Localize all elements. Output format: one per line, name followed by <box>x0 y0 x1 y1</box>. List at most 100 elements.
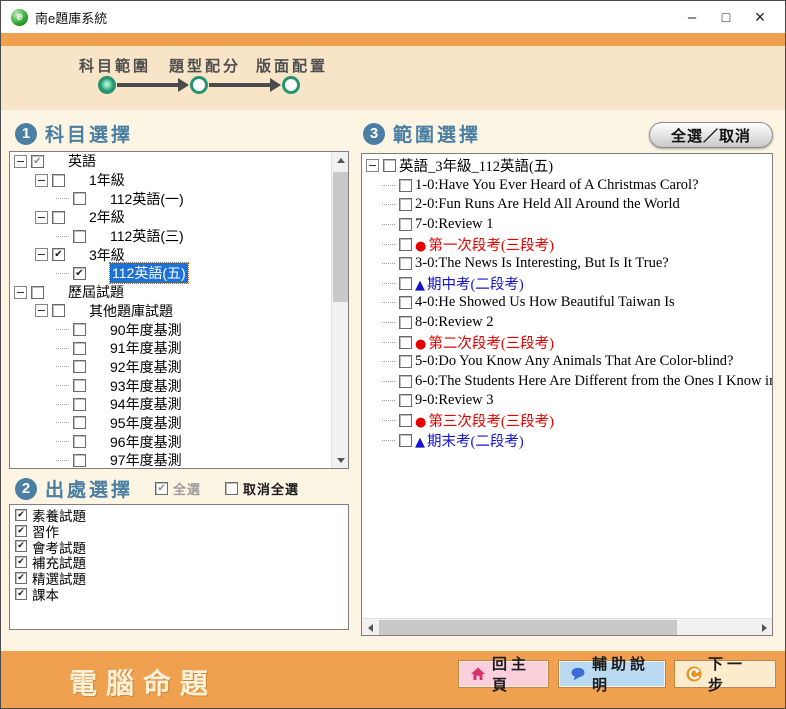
tree-item-checkbox[interactable] <box>383 159 396 172</box>
tree-item-checkbox[interactable] <box>52 211 65 224</box>
tree-item-label[interactable]: 97年度基測 <box>110 450 182 468</box>
source-item-checkbox[interactable]: ✔ <box>15 509 27 521</box>
source-item-checkbox[interactable]: ✔ <box>15 572 27 584</box>
tree-item-checkbox[interactable] <box>73 435 86 448</box>
tree-item-checkbox[interactable] <box>73 416 86 429</box>
source-header-options: ✔ 全選 取消全選 <box>155 479 323 498</box>
tree-item-checkbox[interactable] <box>399 296 412 309</box>
scrollbar-thumb[interactable] <box>333 172 348 302</box>
tree-item-label[interactable]: 2年級 <box>89 207 125 227</box>
tree-item-checkbox[interactable] <box>399 179 412 192</box>
tree-item-checkbox[interactable] <box>73 360 86 373</box>
tree-item-label[interactable]: 歷屆試題 <box>68 282 124 302</box>
help-button[interactable]: 輔助說明 <box>559 661 665 687</box>
tree-item-label[interactable]: 95年度基測 <box>110 413 182 433</box>
tree-item-checkbox[interactable] <box>52 174 65 187</box>
tree-item-checkbox[interactable] <box>399 375 412 388</box>
tree-item-label[interactable]: 94年度基測 <box>110 394 182 414</box>
tree-item-label[interactable]: 6-0:The Students Here Are Different from… <box>415 373 772 390</box>
tree-item-checkbox[interactable] <box>52 304 65 317</box>
tree-item-label[interactable]: 112英語(一) <box>110 189 184 209</box>
tree-item-checkbox[interactable] <box>399 218 412 231</box>
tree-item-label[interactable]: 91年度基測 <box>110 338 182 358</box>
tree-item-checkbox[interactable] <box>73 323 86 336</box>
vertical-scrollbar[interactable] <box>331 152 348 468</box>
exam-marker-triangle-icon: ▲ <box>415 435 425 450</box>
tree-item-label[interactable]: 112英語(三) <box>110 226 184 246</box>
tree-item-label[interactable]: 5-0:Do You Know Any Animals That Are Col… <box>415 353 733 370</box>
tree-row: 2-0:Fun Runs Are Held All Around the Wor… <box>362 195 772 215</box>
tree-item-label[interactable]: ●第一次段考(三段考) <box>415 234 554 255</box>
section-title: 科目選擇 <box>45 120 133 147</box>
tree-item-label[interactable]: ●第二次段考(三段考) <box>415 332 554 353</box>
tree-item-label[interactable]: 93年度基測 <box>110 376 182 396</box>
tree-item-label[interactable]: 1-0:Have You Ever Heard of A Christmas C… <box>415 177 699 194</box>
close-button[interactable]: × <box>743 1 777 33</box>
next-step-button[interactable]: 下一步 <box>675 661 775 687</box>
tree-item-checkbox[interactable] <box>399 355 412 368</box>
tree-item-checkbox[interactable] <box>73 398 86 411</box>
source-item-checkbox[interactable]: ✔ <box>15 540 27 552</box>
expand-toggle-icon[interactable] <box>35 211 48 224</box>
minimize-button[interactable]: – <box>675 1 709 33</box>
toggle-all-button[interactable]: 全選／取消 <box>649 122 773 148</box>
tree-item-label[interactable]: ▲期末考(二段考) <box>415 430 524 451</box>
tree-item-checkbox[interactable] <box>399 277 412 290</box>
expand-toggle-icon[interactable] <box>14 155 27 168</box>
tree-item-checkbox[interactable]: ✔ <box>73 267 86 280</box>
tree-item-label[interactable]: 92年度基測 <box>110 357 182 377</box>
home-button[interactable]: 回主頁 <box>459 661 548 687</box>
scroll-left-arrow-icon[interactable] <box>362 619 378 636</box>
expand-toggle-icon[interactable] <box>366 159 379 172</box>
tree-item-checkbox[interactable] <box>399 336 412 349</box>
tree-item-checkbox[interactable] <box>73 230 86 243</box>
tree-item-label[interactable]: 英語_3年級_112英語(五) <box>399 156 553 176</box>
tree-item-checkbox[interactable] <box>73 379 86 392</box>
tree-item-checkbox[interactable] <box>399 394 412 407</box>
expand-toggle-icon[interactable] <box>14 286 27 299</box>
select-all-checkbox[interactable]: ✔ <box>155 482 168 495</box>
tree-item-checkbox[interactable] <box>73 454 86 467</box>
tree-item-label[interactable]: 9-0:Review 3 <box>415 392 494 409</box>
tree-item-label[interactable]: 90年度基測 <box>110 320 182 340</box>
tree-item-label[interactable]: 96年度基測 <box>110 432 182 452</box>
tree-item-label[interactable]: 8-0:Review 2 <box>415 314 494 331</box>
tree-item-label[interactable]: 112英語(五) <box>110 263 188 283</box>
tree-item-checkbox[interactable] <box>399 257 412 270</box>
tree-item-checkbox[interactable] <box>399 198 412 211</box>
scroll-down-arrow-icon[interactable] <box>332 452 349 468</box>
source-item-label[interactable]: 課本 <box>32 584 59 604</box>
horizontal-scrollbar[interactable] <box>362 618 772 635</box>
scrollbar-thumb[interactable] <box>379 620 677 635</box>
tree-item-label[interactable]: 其他題庫試題 <box>89 301 173 321</box>
tree-item-label[interactable]: 3年級 <box>89 245 125 265</box>
tree-row: ✔ 112英語(五) <box>10 264 331 283</box>
tree-item-checkbox[interactable] <box>399 414 412 427</box>
source-item-checkbox[interactable]: ✔ <box>15 588 27 600</box>
tree-item-label[interactable]: 1年級 <box>89 170 125 190</box>
tree-item-checkbox[interactable]: ✔ <box>31 155 44 168</box>
tree-item-checkbox[interactable]: ✔ <box>52 248 65 261</box>
tree-item-label[interactable]: 7-0:Review 1 <box>415 216 494 233</box>
tree-item-checkbox[interactable] <box>31 286 44 299</box>
scroll-up-arrow-icon[interactable] <box>332 152 349 168</box>
tree-item-label[interactable]: 3-0:The News Is Interesting, But Is It T… <box>415 255 669 272</box>
scroll-right-arrow-icon[interactable] <box>756 619 772 636</box>
source-item-checkbox[interactable]: ✔ <box>15 525 27 537</box>
tree-item-label[interactable]: 2-0:Fun Runs Are Held All Around the Wor… <box>415 196 680 213</box>
expand-toggle-icon[interactable] <box>35 248 48 261</box>
source-item-checkbox[interactable]: ✔ <box>15 556 27 568</box>
tree-item-label[interactable]: ●第三次段考(三段考) <box>415 410 554 431</box>
tree-item-checkbox[interactable] <box>399 316 412 329</box>
expand-toggle-icon[interactable] <box>35 174 48 187</box>
deselect-all-checkbox[interactable] <box>225 482 238 495</box>
tree-item-label[interactable]: 4-0:He Showed Us How Beautiful Taiwan Is <box>415 294 675 311</box>
expand-toggle-icon[interactable] <box>35 304 48 317</box>
tree-item-checkbox[interactable] <box>399 238 412 251</box>
tree-item-checkbox[interactable] <box>73 192 86 205</box>
maximize-button[interactable]: □ <box>709 1 743 33</box>
tree-item-checkbox[interactable] <box>73 342 86 355</box>
tree-item-checkbox[interactable] <box>399 434 412 447</box>
tree-item-label[interactable]: 英語 <box>68 152 96 171</box>
tree-item-label[interactable]: ▲期中考(二段考) <box>415 273 524 294</box>
